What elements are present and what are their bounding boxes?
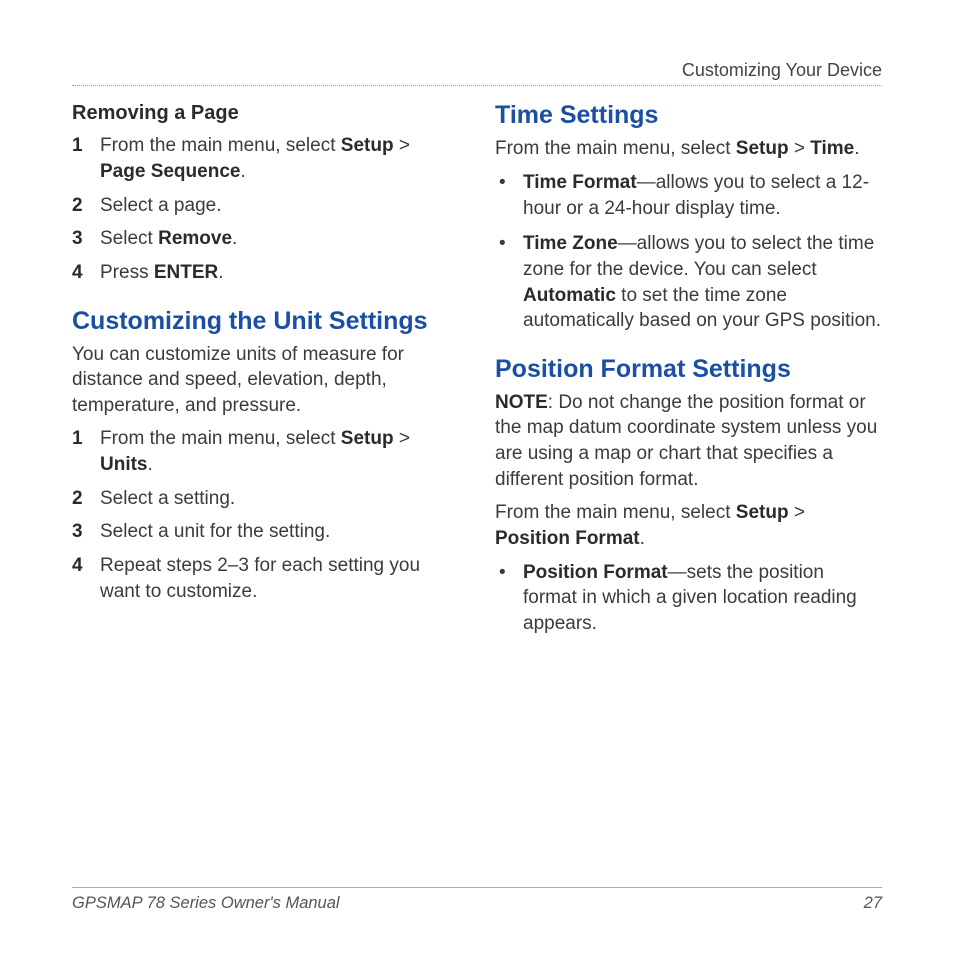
right-column: Time Settings From the main menu, select…: [495, 100, 882, 646]
page-number: 27: [864, 892, 882, 914]
footer-title: GPSMAP 78 Series Owner's Manual: [72, 892, 340, 914]
step-number: 3: [72, 226, 100, 252]
list-item: 2 Select a setting.: [72, 486, 459, 512]
bullet-text: Time Zone—allows you to select the time …: [523, 231, 882, 334]
step-text: Select a setting.: [100, 486, 459, 512]
step-number: 1: [72, 133, 100, 184]
position-format-heading: Position Format Settings: [495, 354, 882, 384]
content-columns: Removing a Page 1 From the main menu, se…: [72, 100, 882, 646]
time-settings-list: • Time Format—allows you to select a 12-…: [495, 170, 882, 334]
step-text: Select a page.: [100, 193, 459, 219]
step-text: From the main menu, select Setup > Units…: [100, 426, 459, 477]
time-settings-heading: Time Settings: [495, 100, 882, 130]
step-text: Select Remove.: [100, 226, 459, 252]
list-item: 1 From the main menu, select Setup > Pag…: [72, 133, 459, 184]
list-item: • Time Zone—allows you to select the tim…: [495, 231, 882, 334]
step-number: 3: [72, 519, 100, 545]
position-format-note: NOTE: Do not change the position format …: [495, 390, 882, 493]
list-item: 1 From the main menu, select Setup > Uni…: [72, 426, 459, 477]
bullet-icon: •: [495, 231, 523, 334]
step-text: Press ENTER.: [100, 260, 459, 286]
bullet-text: Position Format—sets the position format…: [523, 560, 882, 637]
bullet-icon: •: [495, 560, 523, 637]
step-number: 4: [72, 553, 100, 604]
list-item: 2 Select a page.: [72, 193, 459, 219]
time-settings-intro: From the main menu, select Setup > Time.: [495, 136, 882, 162]
unit-settings-heading: Customizing the Unit Settings: [72, 306, 459, 336]
step-number: 2: [72, 486, 100, 512]
step-text: Repeat steps 2–3 for each setting you wa…: [100, 553, 459, 604]
list-item: • Time Format—allows you to select a 12-…: [495, 170, 882, 221]
page-footer: GPSMAP 78 Series Owner's Manual 27: [72, 887, 882, 914]
bullet-text: Time Format—allows you to select a 12-ho…: [523, 170, 882, 221]
unit-settings-steps: 1 From the main menu, select Setup > Uni…: [72, 426, 459, 604]
list-item: 4 Press ENTER.: [72, 260, 459, 286]
bullet-icon: •: [495, 170, 523, 221]
list-item: 4 Repeat steps 2–3 for each setting you …: [72, 553, 459, 604]
position-format-intro: From the main menu, select Setup > Posit…: [495, 500, 882, 551]
step-text: From the main menu, select Setup > Page …: [100, 133, 459, 184]
left-column: Removing a Page 1 From the main menu, se…: [72, 100, 459, 646]
list-item: • Position Format—sets the position form…: [495, 560, 882, 637]
header-text: Customizing Your Device: [682, 60, 882, 80]
step-text: Select a unit for the setting.: [100, 519, 459, 545]
step-number: 1: [72, 426, 100, 477]
removing-page-steps: 1 From the main menu, select Setup > Pag…: [72, 133, 459, 285]
unit-settings-intro: You can customize units of measure for d…: [72, 342, 459, 419]
removing-page-heading: Removing a Page: [72, 100, 459, 127]
step-number: 2: [72, 193, 100, 219]
list-item: 3 Select a unit for the setting.: [72, 519, 459, 545]
running-header: Customizing Your Device: [72, 58, 882, 86]
step-number: 4: [72, 260, 100, 286]
position-format-list: • Position Format—sets the position form…: [495, 560, 882, 637]
list-item: 3 Select Remove.: [72, 226, 459, 252]
